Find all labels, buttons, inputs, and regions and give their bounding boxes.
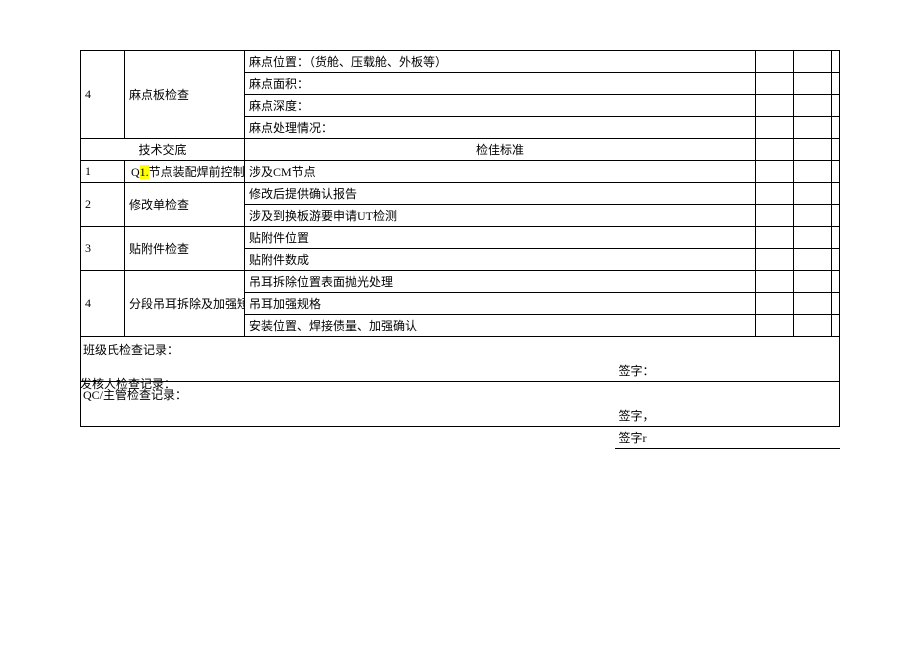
cell-blank: [756, 271, 794, 293]
cell-blank: [832, 293, 840, 315]
cell-blank: [832, 205, 840, 227]
cell-blank: [794, 293, 832, 315]
row-number: 2: [81, 183, 125, 227]
cell-blank: [756, 249, 794, 271]
record-line: [81, 427, 615, 449]
table-row: 1 Q1.节点装配焊前控制 涉及CM节点: [81, 161, 840, 183]
cell-blank: [794, 117, 832, 139]
cell-blank: [794, 73, 832, 95]
record-row: 签字r: [81, 427, 840, 449]
inspection-table: 4 麻点板检查 麻点位置：（货舱、压载舱、外板等） 麻点面积： 麻点深度： 麻点…: [80, 50, 840, 449]
cell-blank: [756, 315, 794, 337]
row-desc: 麻点深度：: [245, 95, 756, 117]
row-desc: 涉及到换板游要申请UT检测: [245, 205, 756, 227]
cell-blank: [794, 227, 832, 249]
record-row: 签字，: [81, 405, 840, 427]
cell-blank: [832, 51, 840, 73]
table-row: 3 贴附件检查 贴附件位置: [81, 227, 840, 249]
table-row: 2 修改单检查 修改后提供确认报告: [81, 183, 840, 205]
cell-blank: [832, 95, 840, 117]
issuer-record-label: 发核人检查记录：: [80, 375, 176, 392]
cell-blank: [794, 271, 832, 293]
cell-blank: [756, 51, 794, 73]
row-desc: 贴附件数成: [245, 249, 756, 271]
table-row: 4 分段吊耳拆除及加强短接 吊耳拆除位置表面抛光处理: [81, 271, 840, 293]
cell-blank: [756, 161, 794, 183]
cell-blank: [756, 205, 794, 227]
highlight-text: 1.: [140, 165, 149, 179]
cell-blank: [794, 205, 832, 227]
record-row: 班级氏检查记录：: [81, 337, 840, 361]
row-item: 麻点板检查: [125, 51, 245, 139]
cell-blank: [832, 73, 840, 95]
q-prefix: Q: [131, 165, 140, 179]
row-desc: 麻点面积：: [245, 73, 756, 95]
row-number: 4: [81, 51, 125, 139]
cell-blank: [756, 139, 794, 161]
sign-label: 签字：: [615, 360, 756, 382]
cell-blank: [756, 73, 794, 95]
row-desc: 吊耳拆除位置表面抛光处理: [245, 271, 756, 293]
cell-blank: [832, 271, 840, 293]
row-desc: 涉及CM节点: [245, 161, 756, 183]
item-suffix: 节点装配焊前控制: [149, 165, 245, 179]
row-desc: 麻点位置：（货舱、压载舱、外板等）: [245, 51, 756, 73]
class-record-label: 班级氏检查记录：: [81, 337, 840, 361]
row-desc: 安装位置、焊接债量、加强确认: [245, 315, 756, 337]
row-desc: 吊耳加强规格: [245, 293, 756, 315]
header-standard: 检佳标准: [245, 139, 756, 161]
sign-label: 签字，: [615, 405, 756, 427]
cell-blank: [794, 51, 832, 73]
table-header-row: 技术交底 检佳标准: [81, 139, 840, 161]
record-row: 签字：: [81, 360, 840, 382]
cell-blank: [832, 117, 840, 139]
cell-blank: [756, 293, 794, 315]
row-item: 修改单检查: [125, 183, 245, 227]
sign-line: [756, 427, 840, 449]
table-row: 4 麻点板检查 麻点位置：（货舱、压载舱、外板等）: [81, 51, 840, 73]
cell-blank: [794, 161, 832, 183]
cell-blank: [832, 227, 840, 249]
sign-line: [756, 405, 840, 427]
sign-line: [756, 360, 840, 382]
cell-blank: [756, 95, 794, 117]
cell-blank: [794, 139, 832, 161]
cell-blank: [832, 183, 840, 205]
row-desc: 贴附件位置: [245, 227, 756, 249]
qc-record-label: QC/主管检查记录：: [81, 382, 840, 406]
cell-blank: [832, 315, 840, 337]
cell-blank: [832, 161, 840, 183]
row-number: 3: [81, 227, 125, 271]
cell-blank: [794, 249, 832, 271]
row-desc: 修改后提供确认报告: [245, 183, 756, 205]
row-item: 贴附件检查: [125, 227, 245, 271]
row-desc: 麻点处理情况：: [245, 117, 756, 139]
row-number: 1: [81, 161, 125, 183]
row-number: 4: [81, 271, 125, 337]
cell-blank: [832, 139, 840, 161]
cell-blank: [794, 315, 832, 337]
cell-blank: [756, 183, 794, 205]
cell-blank: [756, 227, 794, 249]
cell-blank: [756, 117, 794, 139]
cell-blank: [794, 95, 832, 117]
row-item: 分段吊耳拆除及加强短接: [125, 271, 245, 337]
sign-label: 签字r: [615, 427, 756, 449]
cell-blank: [794, 183, 832, 205]
record-row: QC/主管检查记录：: [81, 382, 840, 406]
row-item: Q1.节点装配焊前控制: [125, 161, 245, 183]
header-tech: 技术交底: [81, 139, 245, 161]
cell-blank: [832, 249, 840, 271]
record-line: [81, 405, 615, 427]
